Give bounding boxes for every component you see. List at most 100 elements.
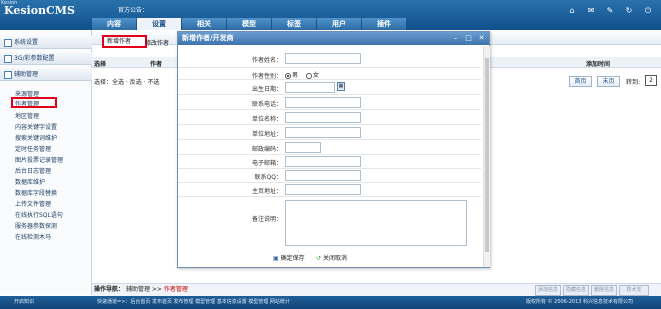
mail-icon[interactable]: ✉ [586,6,596,16]
row-divider [178,154,481,155]
save-label: 确定保存 [280,255,305,262]
home-icon[interactable]: ⌂ [567,6,577,16]
label-zip: 邮政编码： [251,146,282,153]
sidebar-item-sql[interactable]: 在线执行SQL语句 [15,210,63,219]
dialog-controls: – □ ✕ [451,33,486,43]
label-birth: 出生日期： [251,86,282,93]
row-divider [178,109,481,110]
birth-date-input[interactable] [285,82,335,93]
footer: 开启知识 快速通道=>：后台首页 发布首页 发布管理 模型管理 基本信息设置 模… [0,296,661,309]
close-cancel-label: 关闭取消 [322,255,347,262]
col-time: 添加时间 [586,61,611,68]
col-select: 选择 [94,61,107,68]
gender-radio-group: 男 女 [285,70,319,79]
close-cancel-button[interactable]: ↺ 关闭取消 [316,253,347,262]
label-notes: 备注说明： [251,216,282,223]
dialog-title[interactable]: 新增作者/开发商 [178,32,489,45]
col-author: 作者 [150,61,163,68]
add-info-button[interactable]: 添加信息 [535,285,561,296]
gender-male-radio[interactable] [285,72,291,79]
announcement-label: 官方公告： [118,7,149,14]
nav-tab-content[interactable]: 内容 [92,18,136,30]
gender-male-label: 男 [292,72,299,79]
header-icons: ⌂ ✉ ✎ ↻ ⏻ [567,6,653,16]
tech-support-button[interactable]: 技术支 [619,285,649,296]
gender-female-radio[interactable] [305,72,312,79]
select-filter[interactable]: 选择：全选 · 反选 · 不选 [94,77,159,86]
label-qq: 联系QQ： [254,174,282,181]
edit-author-button[interactable]: 修改作者 [145,38,169,47]
email-input[interactable] [285,156,361,167]
footer-copyright: 版权所有 © 2006-2013 科兴信息技术有限公司 [526,299,634,305]
refresh-icon[interactable]: ↻ [624,6,634,16]
sidebar-group-aux[interactable]: 辅助管理 [0,68,92,81]
sidebar-group-system[interactable]: 系统设置 [0,36,92,49]
sidebar-item-region[interactable]: 地区管理 [15,111,39,120]
sidebar-item-logs[interactable]: 后台日志管理 [15,166,51,175]
nav-tab-model[interactable]: 模型 [227,18,271,30]
sidebar-item-server-probe[interactable]: 服务器参数探测 [15,221,57,230]
power-icon[interactable]: ⏻ [643,6,653,16]
sidebar-item-tasks[interactable]: 定时任务管理 [15,144,51,153]
label-homepage: 主页地址： [251,188,282,195]
sidebar-item-search-keywords[interactable]: 搜索关键词维护 [15,133,57,142]
main-nav: 内容 设置 相关 模型 标签 用户 插件 [92,18,407,30]
row-divider [178,182,481,183]
qq-input[interactable] [285,170,361,181]
label-address: 单位地址： [251,131,282,138]
page-jump-input[interactable]: 2 [645,75,657,86]
homepage-input[interactable] [285,184,361,195]
row-divider [178,94,481,95]
sidebar-item-vote-records[interactable]: 图片投票记录管理 [15,155,63,164]
author-name-input[interactable] [285,53,361,64]
add-author-label: 新增作者 [107,38,132,45]
sidebar-item-db-replace[interactable]: 数据库字段替换 [15,188,57,197]
logo: KesionCMS [4,4,75,17]
notes-textarea[interactable] [285,200,467,246]
row-divider [178,124,481,125]
footer-quick-nav[interactable]: 快速通道=>：后台首页 发布首页 发布管理 模型管理 基本信息设置 模型管理 网… [97,296,290,309]
address-input[interactable] [285,127,361,138]
add-author-button[interactable]: 新增作者 [102,35,147,48]
minimize-icon[interactable]: – [451,33,460,43]
sidebar-group-3g[interactable]: 3G/彩参数配置 [0,52,92,65]
label-org: 单位名称： [251,116,282,123]
phone-input[interactable] [285,97,361,108]
nav-tab-tags[interactable]: 标签 [272,18,316,30]
hide-info-button[interactable]: 隐藏信息 [563,285,589,296]
nav-tab-plugins[interactable]: 插件 [362,18,406,30]
sidebar-item-trojan-scan[interactable]: 在线检测木马 [15,232,51,241]
close-icon[interactable]: ✕ [477,33,486,43]
sidebar-item-uploads[interactable]: 上传文件管理 [15,199,51,208]
save-icon: ▣ [273,255,279,262]
dialog-footer: ▣ 确定保存 ↺ 关闭取消 [178,249,481,266]
breadcrumb-sep: >> [151,286,162,293]
last-page-button[interactable]: 末页 [597,76,620,87]
sidebar-item-keywords[interactable]: 内容关键字设置 [15,122,57,131]
breadcrumb-path[interactable]: 辅助管理 [126,286,150,293]
dialog-scrollbar[interactable] [483,46,490,267]
cancel-icon: ↺ [316,255,322,262]
first-page-button[interactable]: 首页 [569,76,592,87]
save-button[interactable]: ▣ 确定保存 [273,253,305,262]
selected-highlight [11,97,57,108]
zip-input[interactable] [285,142,321,153]
nav-tab-related[interactable]: 相关 [182,18,226,30]
gender-female-label: 女 [312,72,319,79]
nav-tab-users[interactable]: 用户 [317,18,361,30]
label-phone: 联系电话： [251,101,282,108]
row-divider [178,67,481,68]
label-name: 作者姓名： [251,57,282,64]
breadcrumb-current: 作者管理 [163,286,188,293]
org-name-input[interactable] [285,112,361,123]
nav-tab-settings[interactable]: 设置 [137,18,181,30]
maximize-icon[interactable]: □ [464,33,473,43]
jump-label: 转到: [626,79,641,86]
wrench-icon[interactable]: ✎ [605,6,615,16]
calendar-icon[interactable]: ▦ [337,82,345,91]
row-divider [178,139,481,140]
sidebar-item-db-maintenance[interactable]: 数据库维护 [15,177,45,186]
label-email: 电子邮箱： [251,160,282,167]
delete-info-button[interactable]: 删除信息 [591,285,617,296]
footer-left[interactable]: 开启知识 [14,296,34,309]
